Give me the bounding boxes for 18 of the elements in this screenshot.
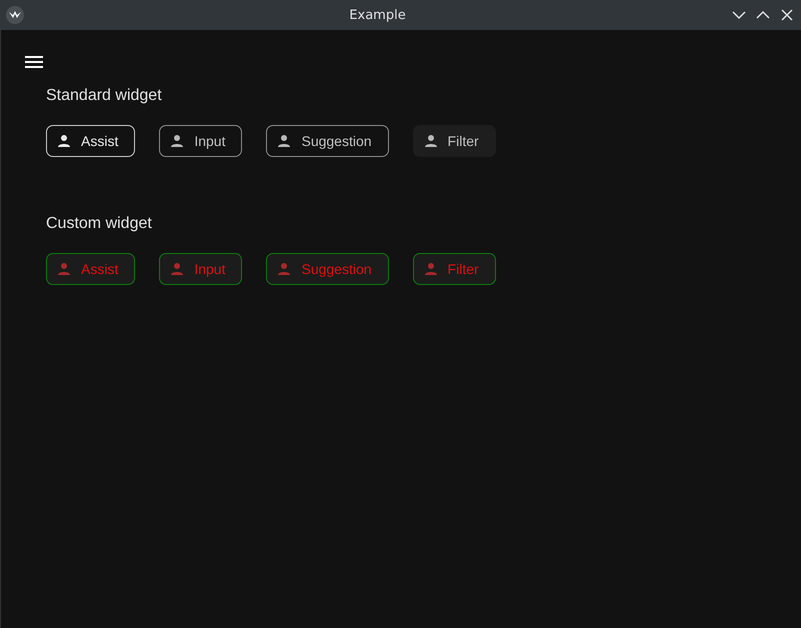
section-heading: Standard widget — [46, 87, 163, 105]
chip-button[interactable]: Suggestion — [266, 125, 389, 157]
person-icon — [57, 134, 71, 148]
app-logo-icon — [6, 6, 24, 24]
person-icon — [277, 262, 292, 276]
person-icon — [170, 134, 184, 148]
menu-icon[interactable] — [25, 55, 43, 69]
chip-button[interactable]: Assist — [46, 125, 136, 157]
section-heading: Custom widget — [46, 215, 153, 233]
person-icon — [424, 134, 438, 148]
chip-button[interactable]: Input — [159, 125, 242, 157]
window-title: Example — [349, 8, 406, 22]
person-icon — [57, 262, 71, 276]
person-icon — [424, 262, 438, 276]
chip-button[interactable]: Filter — [412, 125, 496, 157]
close-icon[interactable] — [779, 7, 795, 23]
person-icon — [170, 262, 184, 276]
person-icon — [277, 134, 292, 148]
